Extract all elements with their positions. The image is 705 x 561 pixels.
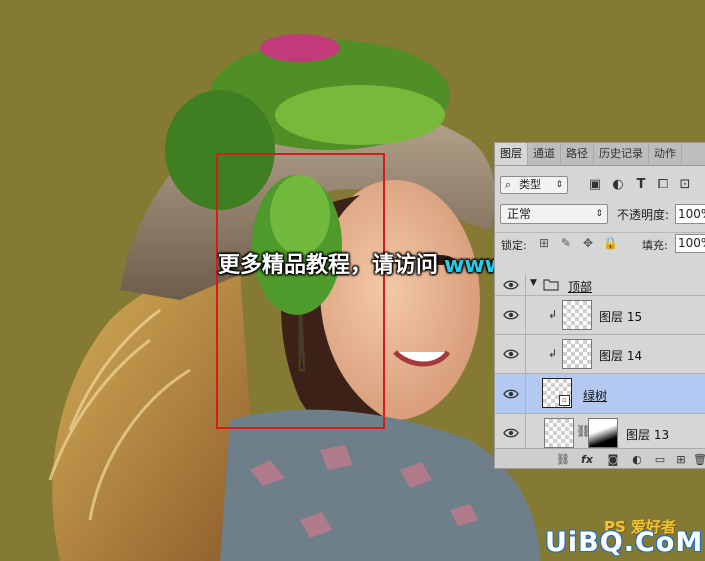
layer-row-green-tree[interactable]: ▫ 绿树	[495, 374, 705, 414]
layer-row-15[interactable]: ↲ 图层 15	[495, 296, 705, 335]
tab-paths[interactable]: 路径	[561, 143, 594, 165]
layer-name[interactable]: 绿树	[583, 387, 607, 404]
selection-rectangle	[216, 153, 385, 429]
spinner-arrows-icon: ⇕	[555, 180, 563, 190]
lock-label: 锁定:	[501, 239, 527, 252]
layer-thumbnail	[562, 300, 592, 330]
tab-channels[interactable]: 通道	[528, 143, 561, 165]
eye-icon[interactable]	[503, 348, 519, 360]
eye-icon[interactable]	[503, 388, 519, 400]
scarf	[220, 409, 540, 561]
filter-type-label: 类型	[519, 178, 541, 191]
opacity-label: 不透明度:	[617, 208, 670, 222]
blend-mode-value: 正常	[507, 207, 532, 221]
filter-type-icon[interactable]: T	[633, 177, 649, 193]
lock-row: 锁定: ⊞ ✎ ✥ 🔒 填充: 100%	[495, 232, 705, 255]
lock-all-icon[interactable]: 🔒	[603, 236, 618, 250]
opacity-field[interactable]: 100%	[675, 204, 705, 224]
layer-thumbnail: ▫	[542, 378, 572, 408]
layer-thumbnail	[562, 339, 592, 369]
layer-row-13[interactable]: ⛓ 图层 13	[495, 414, 705, 452]
layer-name[interactable]: 图层 15	[599, 308, 642, 325]
watermark-text: 更多精品教程，请访问	[218, 253, 439, 278]
lock-transparent-icon[interactable]: ⊞	[537, 236, 551, 250]
folder-icon[interactable]: ▭	[652, 452, 668, 468]
expand-arrow-icon[interactable]: ▼	[530, 278, 537, 288]
clipping-arrow-icon: ↲	[548, 308, 558, 321]
link-icon[interactable]: ⛓	[555, 452, 571, 468]
trash-icon[interactable]: 🗑	[692, 452, 705, 468]
filter-shape-icon[interactable]: ⧠	[655, 177, 671, 193]
eye-icon[interactable]	[503, 309, 519, 321]
top-bushes-light	[275, 85, 445, 145]
lock-pixels-icon[interactable]: ✎	[559, 236, 573, 250]
layer-mask-thumbnail[interactable]	[588, 418, 618, 448]
panel-bottom-bar: ⛓ fx ◙ ◐ ▭ ⊞ 🗑	[495, 448, 705, 468]
eye-icon[interactable]	[503, 427, 519, 439]
layer-name[interactable]: 图层 14	[599, 347, 642, 364]
filter-smart-object-icon[interactable]: ⊡	[677, 177, 693, 193]
layer-row-group[interactable]: ▼ 顶部	[495, 274, 705, 296]
lock-position-icon[interactable]: ✥	[581, 236, 595, 250]
layer-thumbnail	[544, 418, 574, 448]
layer-row-14[interactable]: ↲ 图层 14	[495, 335, 705, 374]
folder-icon	[543, 279, 559, 291]
fill-field[interactable]: 100%	[675, 234, 705, 253]
eye-icon[interactable]	[503, 279, 519, 291]
layer-name[interactable]: 顶部	[568, 278, 592, 295]
filter-type-select[interactable]: ⌕ 类型 ⇕	[500, 176, 568, 194]
smart-object-badge-icon: ▫	[559, 395, 570, 406]
filter-row: ⌕ 类型 ⇕ ▣ ◐ T ⧠ ⊡	[495, 174, 705, 198]
search-icon: ⌕	[505, 178, 512, 191]
site-logo: UiBQ.CoM	[545, 527, 704, 558]
fx-icon[interactable]: fx	[579, 452, 595, 468]
filter-adjustment-icon[interactable]: ◐	[610, 177, 626, 193]
panel-tabs: 图层 通道 路径 历史记录 动作	[495, 143, 705, 166]
flowers	[260, 34, 340, 62]
filter-pixel-icon[interactable]: ▣	[587, 177, 603, 193]
blend-mode-select[interactable]: 正常 ⇕	[500, 204, 608, 224]
spinner-arrows-icon: ⇕	[595, 209, 603, 219]
clipping-arrow-icon: ↲	[548, 347, 558, 360]
tab-layers[interactable]: 图层	[495, 143, 528, 165]
blend-row: 正常 ⇕ 不透明度: 100%	[495, 204, 705, 228]
fill-label: 填充:	[642, 239, 668, 252]
new-layer-icon[interactable]: ⊞	[673, 452, 689, 468]
adjustment-icon[interactable]: ◐	[629, 452, 645, 468]
tab-actions[interactable]: 动作	[649, 143, 682, 165]
layers-panel: 图层 通道 路径 历史记录 动作 ⌕ 类型 ⇕ ▣ ◐ T ⧠ ⊡ 正常 ⇕ 不…	[494, 142, 705, 469]
mask-icon[interactable]: ◙	[605, 452, 621, 468]
tab-history[interactable]: 历史记录	[594, 143, 649, 165]
layer-name[interactable]: 图层 13	[626, 426, 669, 443]
